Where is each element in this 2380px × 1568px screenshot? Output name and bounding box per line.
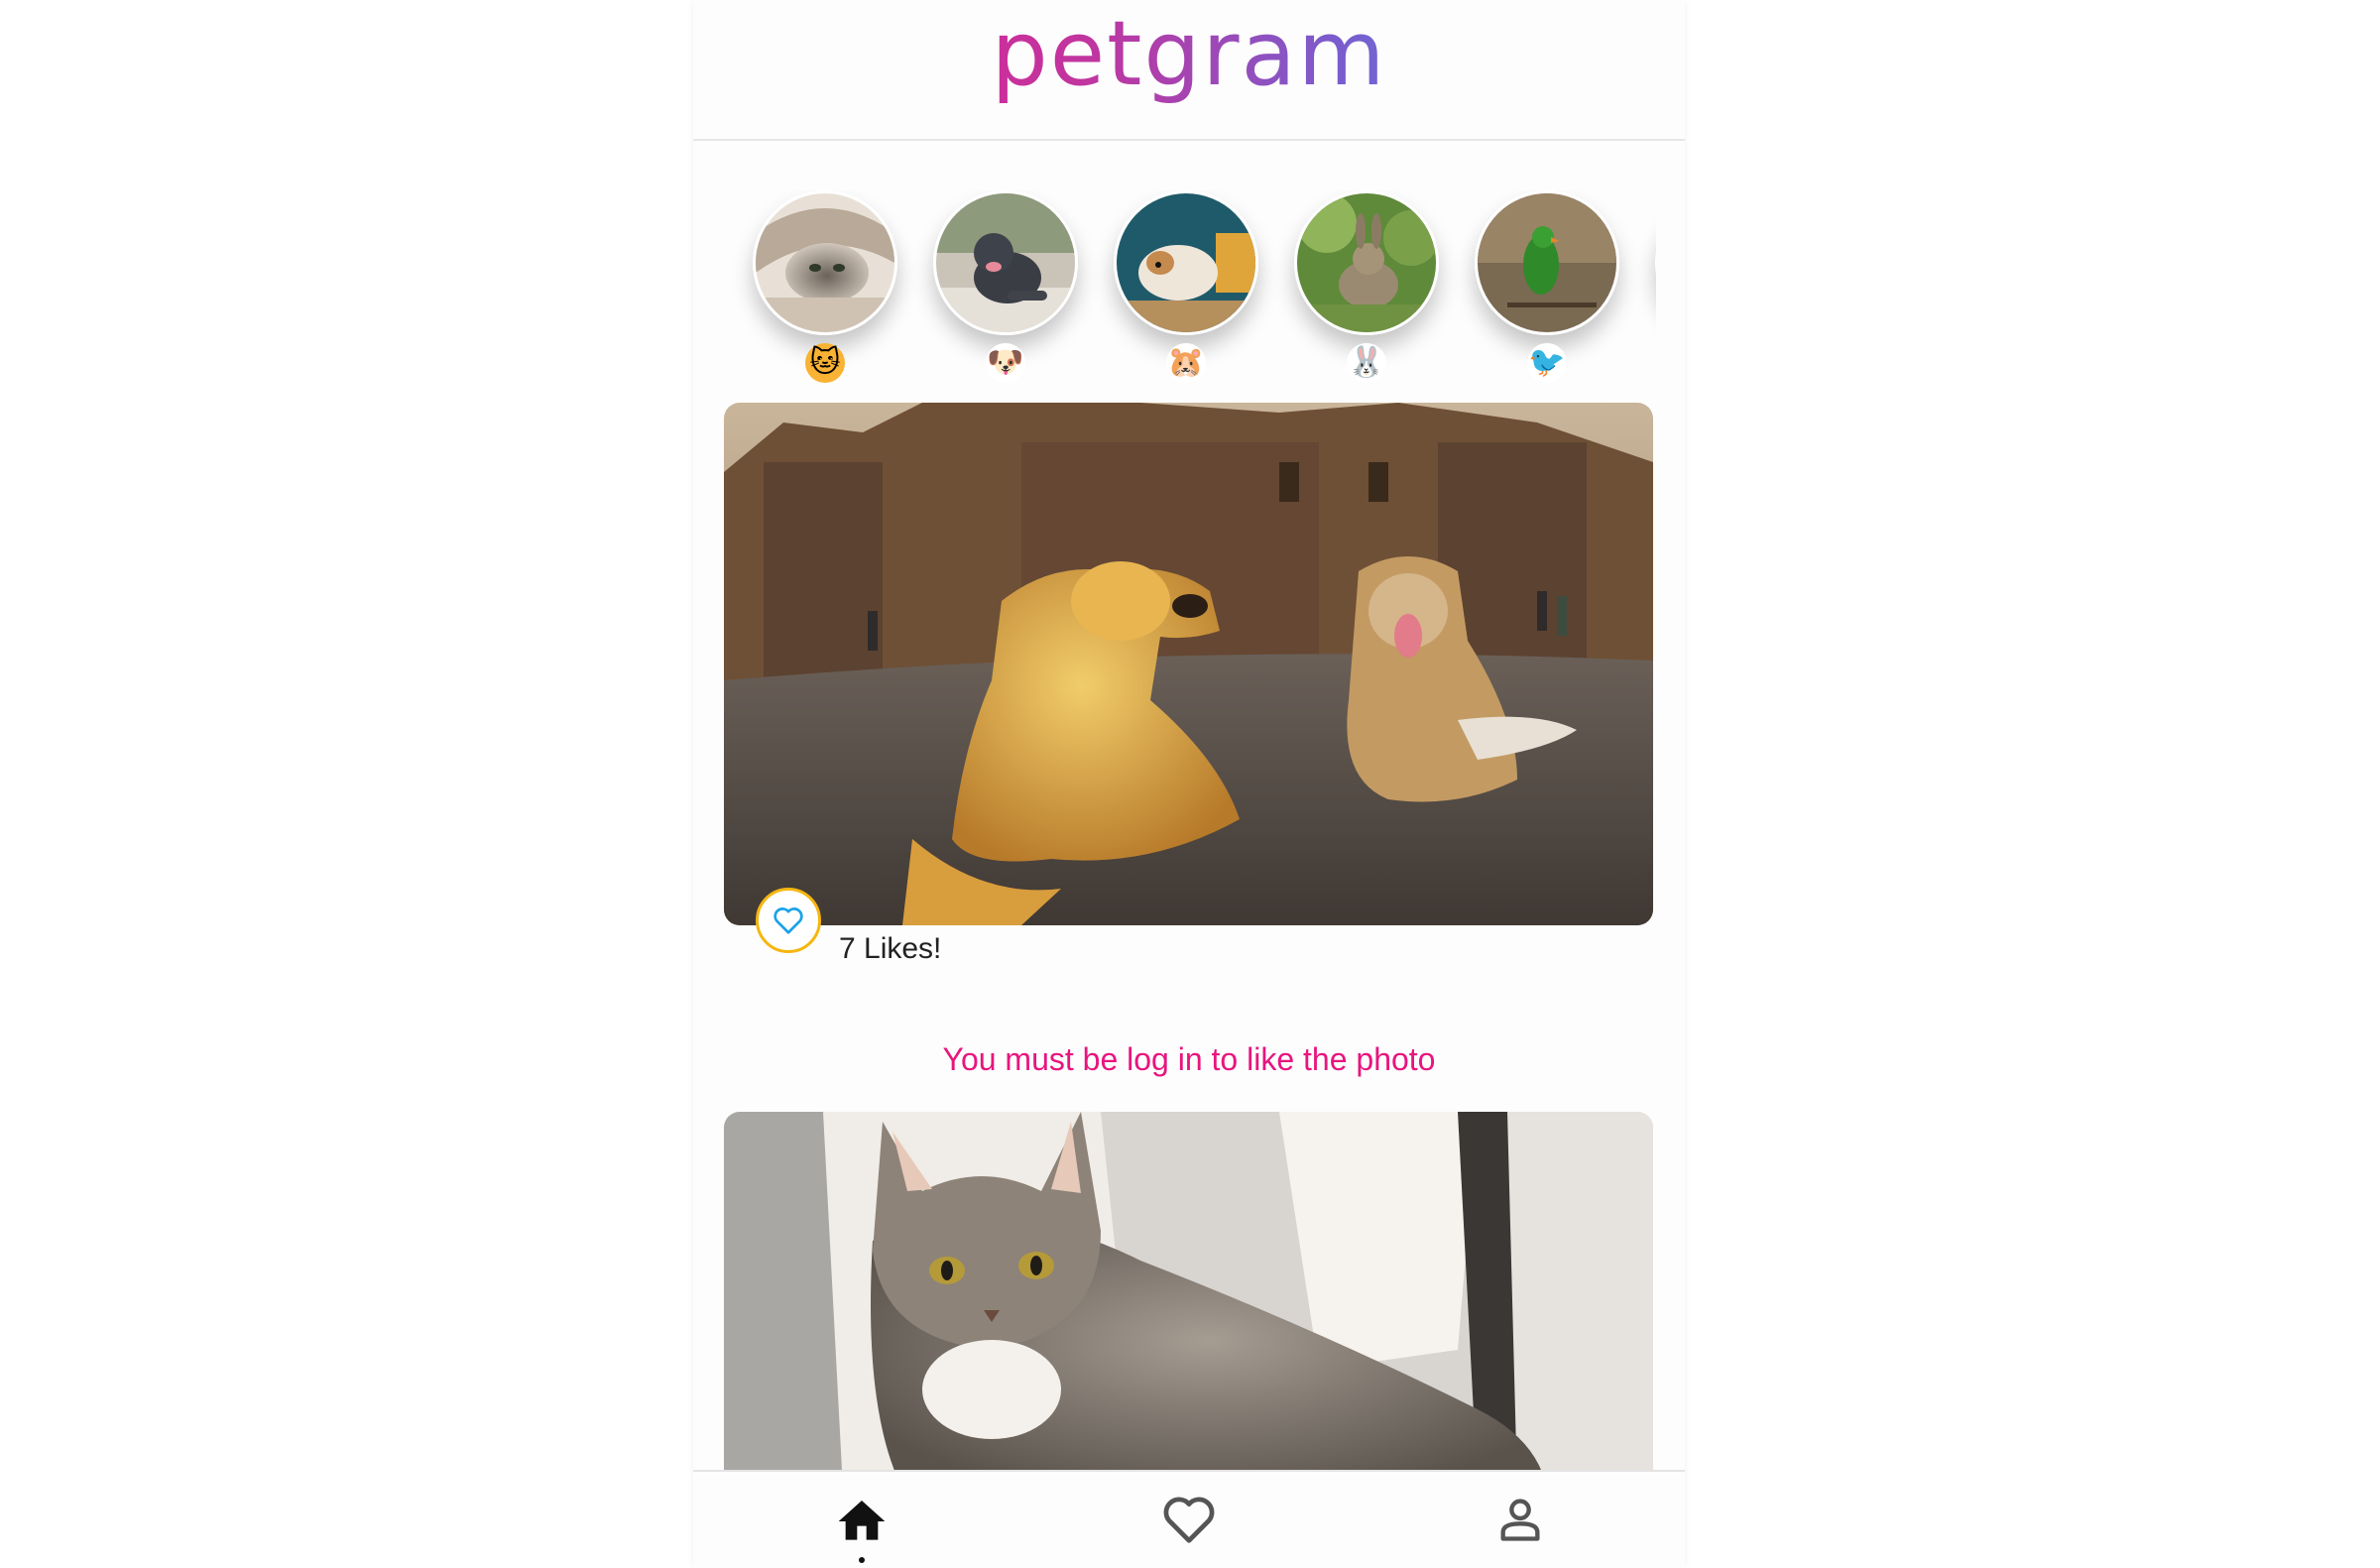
logo[interactable]: petgram [693, 2, 1685, 106]
story-avatar-dogs[interactable] [933, 190, 1078, 335]
nav-home[interactable] [832, 1494, 892, 1553]
nav-favorites[interactable] [1159, 1494, 1219, 1553]
post-photo-cat[interactable] [724, 1112, 1653, 1489]
story-dogs[interactable]: 🐶 [933, 190, 1078, 383]
story-avatar-cats[interactable] [753, 190, 897, 335]
header: petgram [693, 0, 1685, 141]
story-avatar-more[interactable] [1655, 190, 1656, 335]
app-frame: petgram 🐱 🐶 🐹 🐰 🐦 7 Likes! You must be l… [693, 0, 1685, 1568]
dog-face-icon: 🐶 [986, 343, 1025, 383]
login-required-message: You must be log in to like the photo [942, 1041, 1436, 1077]
story-avatar-hamsters[interactable] [1114, 190, 1258, 335]
home-icon [838, 1501, 886, 1540]
story-avatar-birds[interactable] [1475, 190, 1619, 335]
bottom-navbar [693, 1470, 1685, 1568]
story-rabbits[interactable]: 🐰 [1294, 190, 1439, 383]
bird-icon: 🐦 [1527, 343, 1567, 383]
story-cats[interactable]: 🐱 [753, 190, 897, 383]
heart-icon [1163, 1497, 1215, 1543]
like-button[interactable] [756, 888, 821, 953]
stories-list: 🐱 🐶 🐹 🐰 🐦 [724, 190, 1656, 389]
cat-face-icon: 🐱 [805, 343, 845, 383]
heart-outline-icon [774, 907, 803, 934]
hamster-face-icon: 🐹 [1166, 343, 1206, 383]
story-hamsters[interactable]: 🐹 [1114, 190, 1258, 383]
story-birds[interactable]: 🐦 [1475, 190, 1619, 383]
user-icon [1500, 1499, 1540, 1541]
rabbit-face-icon: 🐰 [1347, 343, 1386, 383]
post-photo-dogs[interactable] [724, 403, 1653, 925]
story-more[interactable] [1655, 190, 1656, 335]
likes-count: 7 Likes! [839, 932, 942, 965]
story-avatar-rabbits[interactable] [1294, 190, 1439, 335]
nav-user[interactable] [1490, 1494, 1550, 1553]
active-indicator [859, 1557, 865, 1563]
